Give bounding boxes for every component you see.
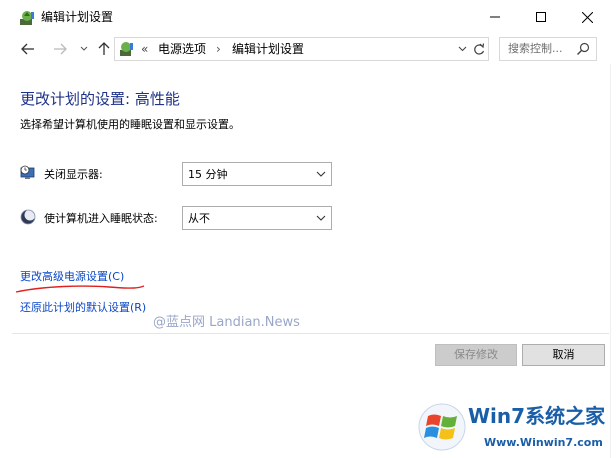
close-icon: [581, 11, 593, 23]
save-changes-button[interactable]: 保存修改: [435, 344, 517, 366]
chevron-down-icon: [316, 215, 326, 221]
breadcrumb-power-options[interactable]: 电源选项: [158, 41, 206, 57]
watermark-text: @蓝点网 Landian.News: [153, 315, 300, 330]
display-off-label: 关闭显示器:: [44, 168, 103, 181]
red-underline-annotation: [15, 285, 145, 293]
address-bar[interactable]: « 电源选项 › 编辑计划设置: [114, 37, 489, 61]
minimize-button[interactable]: [472, 0, 518, 34]
search-input[interactable]: 搜索控制...: [508, 41, 563, 57]
sleep-value: 从不: [188, 212, 210, 225]
maximize-button[interactable]: [518, 0, 564, 34]
breadcrumb-separator[interactable]: ›: [216, 41, 221, 57]
refresh-button[interactable]: [471, 40, 487, 58]
sleep-select[interactable]: 从不: [182, 206, 332, 230]
address-dropdown-button[interactable]: [455, 42, 469, 56]
control-panel-window: 编辑计划设置 « 电源选项 › 编辑计划设置 搜索控制... 更改计划的设置: …: [0, 0, 616, 458]
restore-defaults-link[interactable]: 还原此计划的默认设置(R): [20, 300, 146, 315]
sleep-label: 使计算机进入睡眠状态:: [44, 212, 158, 225]
advanced-power-settings-link[interactable]: 更改高级电源设置(C): [20, 269, 124, 284]
maximize-icon: [536, 12, 546, 22]
breadcrumb-overflow-chevron[interactable]: «: [141, 40, 148, 58]
display-off-value: 15 分钟: [188, 168, 228, 181]
arrow-up-icon: [98, 42, 110, 55]
back-button[interactable]: [18, 39, 38, 59]
control-panel-icon: [120, 42, 133, 56]
badge-title: Win7系统之家: [468, 404, 606, 428]
recent-locations-button[interactable]: [78, 39, 90, 59]
windows-logo-icon: [418, 403, 466, 451]
window-title: 编辑计划设置: [41, 10, 114, 24]
minimize-icon: [490, 16, 500, 18]
close-button[interactable]: [564, 0, 610, 34]
chevron-down-icon: [80, 46, 88, 51]
badge-url: Www.Winwin7.com: [484, 436, 603, 449]
cancel-button[interactable]: 取消: [522, 344, 605, 366]
power-options-icon: [20, 11, 34, 25]
up-button[interactable]: [94, 39, 114, 59]
chevron-down-icon: [458, 46, 466, 52]
moon-sleep-icon: [20, 209, 36, 225]
navigation-bar: « 电源选项 › 编辑计划设置 搜索控制...: [0, 34, 616, 64]
search-icon[interactable]: [576, 42, 590, 56]
display-off-select[interactable]: 15 分钟: [182, 162, 332, 186]
chevron-down-icon: [316, 171, 326, 177]
breadcrumb-edit-plan[interactable]: 编辑计划设置: [232, 41, 304, 57]
search-box[interactable]: 搜索控制...: [499, 37, 597, 61]
title-bar: 编辑计划设置: [0, 0, 616, 34]
page-description: 选择希望计算机使用的睡眠设置和显示设置。: [20, 118, 240, 131]
forward-button[interactable]: [50, 39, 70, 59]
site-badge: Win7系统之家 Www.Winwin7.com: [414, 398, 616, 458]
divider: [12, 333, 609, 334]
arrow-right-icon: [54, 43, 67, 55]
monitor-clock-icon: [20, 165, 35, 179]
arrow-left-icon: [21, 43, 34, 55]
page-title: 更改计划的设置: 高性能: [20, 90, 180, 108]
refresh-icon: [474, 42, 485, 55]
